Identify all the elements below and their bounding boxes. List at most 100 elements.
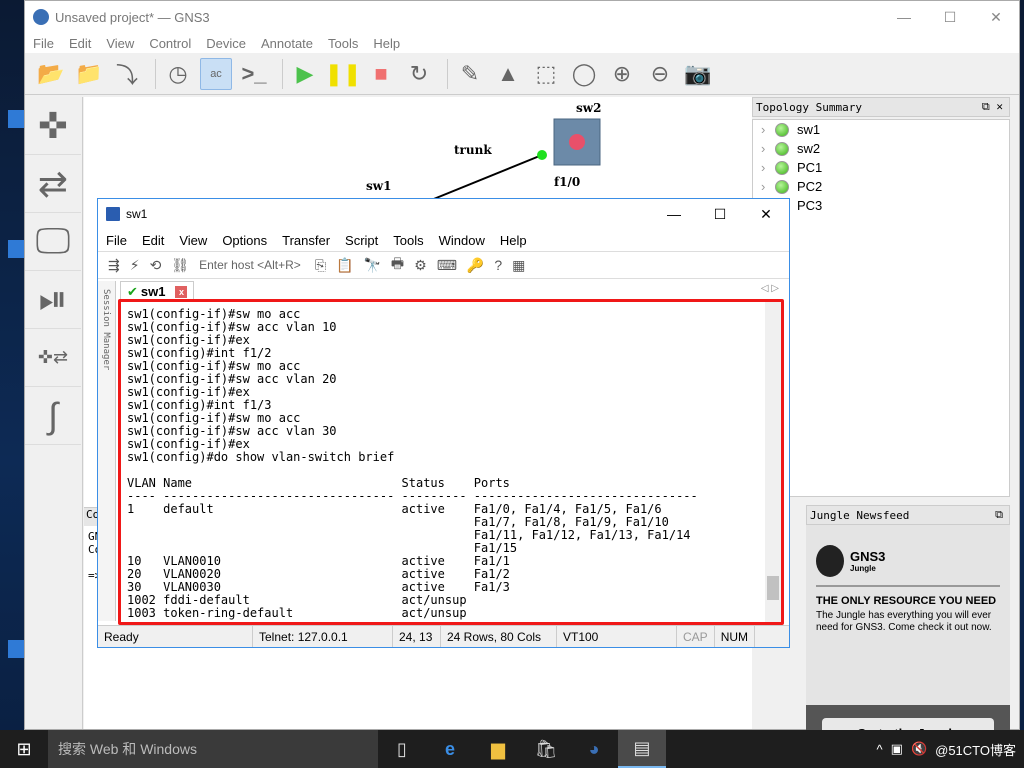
node-label-sw2[interactable]: sw2 (576, 101, 601, 115)
key-icon[interactable]: 🔑 (467, 257, 484, 274)
tab-sw1[interactable]: ✔ sw1 x (120, 281, 195, 301)
save-project-icon[interactable]: ⤵ (111, 58, 143, 90)
network-icon[interactable]: ▣ (891, 741, 903, 757)
snapshot-clock-icon[interactable]: ◷ (162, 58, 194, 90)
paste-icon[interactable]: 📋 (336, 257, 353, 274)
console-icon[interactable]: >_ (238, 58, 270, 90)
store-icon[interactable]: 🛍 (522, 730, 570, 768)
help-icon[interactable]: ? (494, 257, 502, 273)
connect-icon[interactable]: ⇶ (108, 257, 120, 274)
menu-window[interactable]: Window (439, 233, 485, 248)
status-num: NUM (715, 626, 756, 647)
menu-help[interactable]: Help (373, 36, 400, 51)
terminal-scrollbar[interactable] (765, 302, 781, 622)
gns3-titlebar: Unsaved project* — GNS3 — ☐ ✕ (25, 1, 1019, 33)
search-box[interactable]: 搜索 Web 和 Windows (48, 730, 378, 768)
new-project-icon[interactable]: 📂 (35, 58, 67, 90)
news-headline: THE ONLY RESOURCE YOU NEED (816, 595, 997, 607)
zoom-out-icon[interactable]: ⊖ (644, 58, 676, 90)
desktop-icon[interactable] (8, 110, 24, 128)
disconnect-icon[interactable]: ⛓ (171, 257, 189, 274)
gns3-taskbar-icon[interactable]: ◕ (570, 730, 618, 768)
switch-core (569, 134, 585, 150)
session-manager-sidebar[interactable]: Session Manager (98, 281, 116, 621)
menu-tools[interactable]: Tools (393, 233, 423, 248)
topology-item[interactable]: › PC1 (753, 158, 1009, 177)
maximize-button[interactable]: ☐ (697, 198, 743, 230)
menu-transfer[interactable]: Transfer (282, 233, 330, 248)
securecrt-taskbar-icon[interactable]: ▤ (618, 730, 666, 768)
gns3-menubar: File Edit View Control Device Annotate T… (25, 33, 1019, 53)
tray-chevron-icon[interactable]: ^ (877, 742, 883, 757)
start-windows-icon[interactable]: ⊞ (0, 730, 48, 768)
add-link-icon[interactable]: ∫ (25, 387, 81, 445)
menu-view[interactable]: View (179, 233, 207, 248)
menu-tools[interactable]: Tools (328, 36, 358, 51)
terminal-area[interactable]: sw1(config-if)#sw mo acc sw1(config-if)#… (118, 299, 784, 625)
minimize-button[interactable]: — (651, 198, 697, 230)
camera-icon[interactable]: 📷 (682, 58, 714, 90)
float-icon[interactable]: ⧉ (995, 508, 1003, 522)
minimize-button[interactable]: — (881, 1, 927, 33)
menu-annotate[interactable]: Annotate (261, 36, 313, 51)
file-explorer-icon[interactable]: ▆ (474, 730, 522, 768)
menu-options[interactable]: Options (222, 233, 267, 248)
all-devices-icon[interactable]: ✜⇄ (25, 329, 81, 387)
topology-summary-panel: Topology Summary ⧉ ✕ › sw1 › sw2 › PC1 › PC2 … (752, 97, 1010, 507)
quick-connect-icon[interactable]: ⚡ (130, 257, 140, 274)
link-endpoint (537, 150, 547, 160)
volume-muted-icon[interactable]: 🔇 (911, 741, 927, 757)
close-tab-icon[interactable]: x (175, 285, 188, 298)
edge-icon[interactable]: e (426, 730, 474, 768)
router-icon[interactable]: ✜ (25, 97, 81, 155)
task-view-icon[interactable]: ▯ (378, 730, 426, 768)
insert-image-icon[interactable]: ▲ (492, 58, 524, 90)
tab-scroll-arrows[interactable]: ◁ ▷ (761, 283, 779, 294)
reconnect-icon[interactable]: ⟲ (150, 257, 162, 274)
menu-help[interactable]: Help (500, 233, 527, 248)
menu-edit[interactable]: Edit (69, 36, 91, 51)
host-input[interactable]: Enter host <Alt+R> (199, 258, 301, 272)
keymap-icon[interactable]: ⌨ (437, 257, 457, 274)
jungle-newsfeed-panel: Jungle Newsfeed ⧉ GNS3 Jungle THE ONLY RES… (806, 505, 1010, 761)
copy-icon[interactable]: ⎘ (315, 257, 326, 274)
print-icon[interactable]: 🖶 (391, 253, 404, 277)
security-device-icon[interactable]: ⏯ (25, 271, 81, 329)
close-button[interactable]: ✕ (743, 198, 789, 230)
float-icon[interactable]: ⧉ ✕ (982, 100, 1003, 114)
settings-icon[interactable]: ⚙ (414, 257, 427, 274)
node-label-sw1[interactable]: sw1 (366, 179, 391, 193)
system-tray: ^ ▣ 🔇 @51CTO博客 (869, 740, 1024, 759)
menu-file[interactable]: File (33, 36, 54, 51)
end-device-icon[interactable]: 🖵 (25, 213, 81, 271)
topology-item[interactable]: › PC2 (753, 177, 1009, 196)
open-project-icon[interactable]: 📁 (73, 58, 105, 90)
menu-control[interactable]: Control (149, 36, 191, 51)
add-note-icon[interactable]: ✎ (454, 58, 486, 90)
sftp-icon[interactable]: ▦ (512, 257, 525, 274)
rectangle-icon[interactable]: ⬚ (530, 58, 562, 90)
topology-item[interactable]: › sw2 (753, 139, 1009, 158)
zoom-in-icon[interactable]: ⊕ (606, 58, 638, 90)
pause-icon[interactable]: ❚❚ (325, 58, 362, 90)
menu-file[interactable]: File (106, 233, 127, 248)
start-icon[interactable]: ▶ (289, 58, 321, 90)
window-title: Unsaved project* — GNS3 (55, 9, 210, 25)
desktop-icon[interactable] (8, 240, 24, 258)
stop-icon[interactable]: ■ (365, 58, 397, 90)
menu-view[interactable]: View (106, 36, 134, 51)
find-icon[interactable]: 🔭 (363, 257, 380, 274)
link-label[interactable]: trunk (454, 143, 492, 157)
maximize-button[interactable]: ☐ (927, 1, 973, 33)
interface-labels-icon[interactable]: ac (200, 57, 232, 90)
menu-script[interactable]: Script (345, 233, 378, 248)
menu-device[interactable]: Device (206, 36, 246, 51)
switch-icon[interactable]: ⇄ (25, 155, 81, 213)
topology-item[interactable]: › sw1 (753, 120, 1009, 139)
topology-item[interactable]: ›PC3 (753, 196, 1009, 215)
reload-icon[interactable]: ↻ (403, 58, 435, 90)
close-button[interactable]: ✕ (973, 1, 1019, 33)
menu-edit[interactable]: Edit (142, 233, 164, 248)
desktop-icon[interactable] (8, 640, 24, 658)
ellipse-icon[interactable]: ◯ (568, 58, 600, 90)
